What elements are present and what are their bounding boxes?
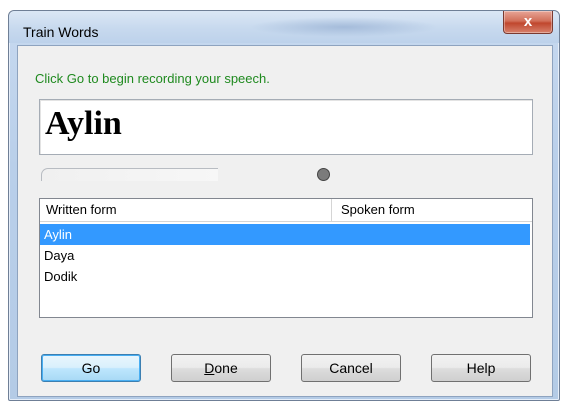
dialog-body: Click Go to begin recording your speech.… <box>17 45 553 397</box>
title-bar-glow <box>249 17 439 37</box>
row-written-form: Aylin <box>44 227 72 242</box>
instruction-text: Click Go to begin recording your speech. <box>35 71 270 86</box>
close-button[interactable]: x <box>503 11 553 34</box>
row-written-form: Dodik <box>44 269 78 284</box>
current-word: Aylin <box>45 105 122 142</box>
list-row-aylin[interactable]: Aylin <box>40 224 530 245</box>
list-row-dodik[interactable]: Dodik <box>40 266 530 287</box>
go-button-label: Go <box>81 360 101 376</box>
done-button-label: one <box>214 360 238 376</box>
words-list[interactable]: Written form Spoken form Aylin Daya Dodi… <box>39 198 533 318</box>
done-button-mnemonic: D <box>204 360 215 376</box>
column-header-spoken-form[interactable]: Spoken form <box>333 199 532 221</box>
help-button-label: Help <box>466 360 496 376</box>
recording-level-meter <box>41 168 218 181</box>
recording-status-indicator <box>317 168 330 181</box>
row-written-form: Daya <box>44 248 75 263</box>
cancel-button-label: Cancel <box>329 360 373 376</box>
go-button[interactable]: Go <box>41 354 141 382</box>
title-bar[interactable]: Train Words x <box>9 11 559 43</box>
close-icon: x <box>523 13 533 30</box>
list-row-daya[interactable]: Daya <box>40 245 530 266</box>
done-button[interactable]: Done <box>171 354 271 382</box>
list-header: Written form Spoken form <box>40 199 532 222</box>
current-word-display: Aylin <box>39 99 533 155</box>
train-words-window: Train Words x Click Go to begin recordin… <box>8 10 560 401</box>
cancel-button[interactable]: Cancel <box>301 354 401 382</box>
column-header-written-form[interactable]: Written form <box>40 199 332 221</box>
window-title: Train Words <box>23 24 99 40</box>
help-button[interactable]: Help <box>431 354 531 382</box>
